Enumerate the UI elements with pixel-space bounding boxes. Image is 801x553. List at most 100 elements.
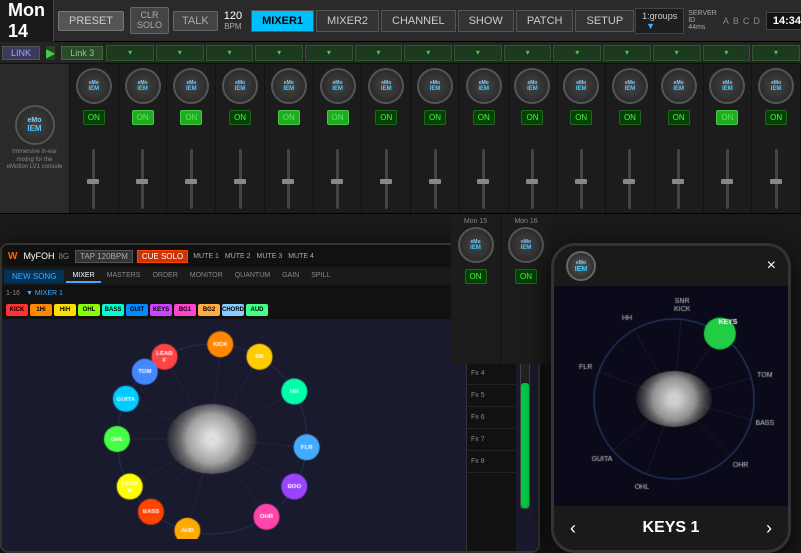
link-button[interactable]: LINK <box>2 46 40 60</box>
channels-grid: eMo IEM ON eMo IEM ON eMo IEM ON <box>70 64 801 213</box>
channel-description: Immersive in-ear mixing for the eMotion … <box>6 149 63 172</box>
ch-on-btn-4[interactable]: ON <box>278 110 300 125</box>
color-chip-6[interactable]: KEYS <box>150 304 172 316</box>
ch-on-btn-14[interactable]: ON <box>765 110 787 125</box>
color-chip-8[interactable]: BG2 <box>198 304 220 316</box>
ch-on-btn-11[interactable]: ON <box>619 110 641 125</box>
ch-on-btn-8[interactable]: ON <box>473 110 495 125</box>
phone-prev-button[interactable]: ‹ <box>570 518 576 539</box>
link-dd-12[interactable]: ▾ <box>653 45 701 61</box>
tab-channel[interactable]: CHANNEL <box>381 10 456 32</box>
fx-row-3: Fx 5 <box>467 385 516 407</box>
mixer-tab-quantum[interactable]: QUANTUM <box>229 270 276 283</box>
phone-overlay: eMo IEM × ‹ KEYS 1 › <box>551 243 791 553</box>
ch-on-btn-13[interactable]: ON <box>716 110 738 125</box>
link-dd-7[interactable]: ▾ <box>404 45 452 61</box>
link-dropdowns: ▾ ▾ ▾ ▾ ▾ ▾ ▾ ▾ ▾ ▾ ▾ ▾ ▾ ▾ <box>105 43 801 63</box>
ch-on-btn-9[interactable]: ON <box>521 110 543 125</box>
link-dd-13[interactable]: ▾ <box>703 45 751 61</box>
ch-on-btn-7[interactable]: ON <box>424 110 446 125</box>
fx-row-5: Fx 7 <box>467 429 516 451</box>
link-dd-2[interactable]: ▾ <box>156 45 204 61</box>
link-dd-8[interactable]: ▾ <box>454 45 502 61</box>
phone-bottom: ‹ KEYS 1 › <box>554 506 788 550</box>
date-label: Mon 14 <box>8 0 45 42</box>
channel-strip-0: eMo IEM ON <box>70 64 119 213</box>
mon15-strip: Mon 15 eMo IEM ON <box>451 214 501 364</box>
mixer-tab-spill[interactable]: SPILL <box>305 270 336 283</box>
server-group-label: 1:groups ▼ <box>635 8 684 34</box>
link-dd-14[interactable]: ▾ <box>752 45 800 61</box>
fx-row-2: Fx 4 <box>467 363 516 385</box>
phone-emo-logo: eMo IEM <box>566 251 596 281</box>
mixer-tab-mixer[interactable]: MIXER <box>66 270 100 283</box>
tab-setup[interactable]: SETUP <box>575 10 634 32</box>
link-dd-3[interactable]: ▾ <box>206 45 254 61</box>
time-display: 14:34:52 <box>766 12 801 30</box>
color-chip-0[interactable]: KICK <box>6 304 28 316</box>
fx-row-4: Fx 6 <box>467 407 516 429</box>
channel-strip-4: eMo IEM ON <box>265 64 314 213</box>
mon16-on-button[interactable]: ON <box>515 269 537 284</box>
ch-on-btn-0[interactable]: ON <box>83 110 105 125</box>
ch-on-btn-6[interactable]: ON <box>375 110 397 125</box>
phone-top: eMo IEM × <box>554 246 788 286</box>
channel-strip-13: eMo IEM ON <box>704 64 753 213</box>
link-dd-11[interactable]: ▾ <box>603 45 651 61</box>
play-button[interactable]: ▶ <box>46 46 55 60</box>
clr-solo-button[interactable]: CLRSOLO <box>130 7 169 35</box>
color-chip-2[interactable]: HiH <box>54 304 76 316</box>
link-bar: LINK ▶ Link 3 ▾ ▾ ▾ ▾ ▾ ▾ ▾ ▾ ▾ ▾ ▾ ▾ ▾ … <box>0 42 801 64</box>
ch-on-btn-5[interactable]: ON <box>327 110 349 125</box>
tab-mixer2[interactable]: MIXER2 <box>316 10 379 32</box>
channel-strip-6: eMo IEM ON <box>362 64 411 213</box>
link-dd-4[interactable]: ▾ <box>255 45 303 61</box>
tap-button[interactable]: TAP 120BPM <box>75 250 133 263</box>
tab-mixer1[interactable]: MIXER1 <box>251 10 314 32</box>
mon15-on-button[interactable]: ON <box>465 269 487 284</box>
song-label[interactable]: NEW SONG <box>4 270 64 283</box>
channel-strip-10: eMo IEM ON <box>557 64 606 213</box>
gain-fill <box>521 383 529 508</box>
color-chip-5[interactable]: GUIT <box>126 304 148 316</box>
ch-on-btn-3[interactable]: ON <box>229 110 251 125</box>
ch-on-btn-10[interactable]: ON <box>570 110 592 125</box>
channel-strip-11: eMo IEM ON <box>606 64 655 213</box>
link-dd-5[interactable]: ▾ <box>305 45 353 61</box>
color-chip-4[interactable]: BASS <box>102 304 124 316</box>
channel-strip-1: eMo IEM ON <box>119 64 168 213</box>
link3-button[interactable]: Link 3 <box>61 46 103 60</box>
ch-on-btn-1[interactable]: ON <box>132 110 154 125</box>
phone-next-button[interactable]: › <box>766 518 772 539</box>
channel-left-panel: eMo IEM Immersive in-ear mixing for the … <box>0 64 70 213</box>
channel-strip-3: eMo IEM ON <box>216 64 265 213</box>
mixer-tab-masters[interactable]: MASTERS <box>101 270 147 283</box>
nav-tabs: MIXER1 MIXER2 CHANNEL SHOW PATCH SETUP <box>250 10 635 32</box>
date-section: Mon 14 <box>0 0 54 42</box>
tab-patch[interactable]: PATCH <box>516 10 574 32</box>
ch-on-btn-12[interactable]: ON <box>668 110 690 125</box>
mixer-logo: W <box>8 251 17 262</box>
tab-show[interactable]: SHOW <box>458 10 514 32</box>
cue-solo-button[interactable]: CUE SOLO <box>137 250 188 263</box>
emo-logo: eMo IEM <box>15 105 55 145</box>
link-dd-1[interactable]: ▾ <box>106 45 154 61</box>
top-bar: Mon 14 PRESET CLRSOLO TALK 120 BPM MIXER… <box>0 0 801 42</box>
mixer-tab-gain[interactable]: GAIN <box>276 270 305 283</box>
phone-close-button[interactable]: × <box>767 257 776 275</box>
lower-section: W MyFOH 8G TAP 120BPM CUE SOLO MUTE 1 MU… <box>0 214 801 553</box>
link-dd-9[interactable]: ▾ <box>504 45 552 61</box>
ch-on-btn-2[interactable]: ON <box>180 110 202 125</box>
color-chip-9[interactable]: CHORD <box>222 304 244 316</box>
mixer-tab-monitor[interactable]: MONITOR <box>184 270 229 283</box>
color-chip-10[interactable]: AUD <box>246 304 268 316</box>
link-dd-6[interactable]: ▾ <box>355 45 403 61</box>
link-dd-10[interactable]: ▾ <box>553 45 601 61</box>
talk-button[interactable]: TALK <box>173 11 218 31</box>
color-chip-1[interactable]: 1Hi <box>30 304 52 316</box>
color-chip-7[interactable]: BG1 <box>174 304 196 316</box>
preset-button[interactable]: PRESET <box>58 11 124 31</box>
channel-strip-9: eMo IEM ON <box>509 64 558 213</box>
color-chip-3[interactable]: OHL <box>78 304 100 316</box>
mixer-tab-order[interactable]: ORDER <box>146 270 183 283</box>
